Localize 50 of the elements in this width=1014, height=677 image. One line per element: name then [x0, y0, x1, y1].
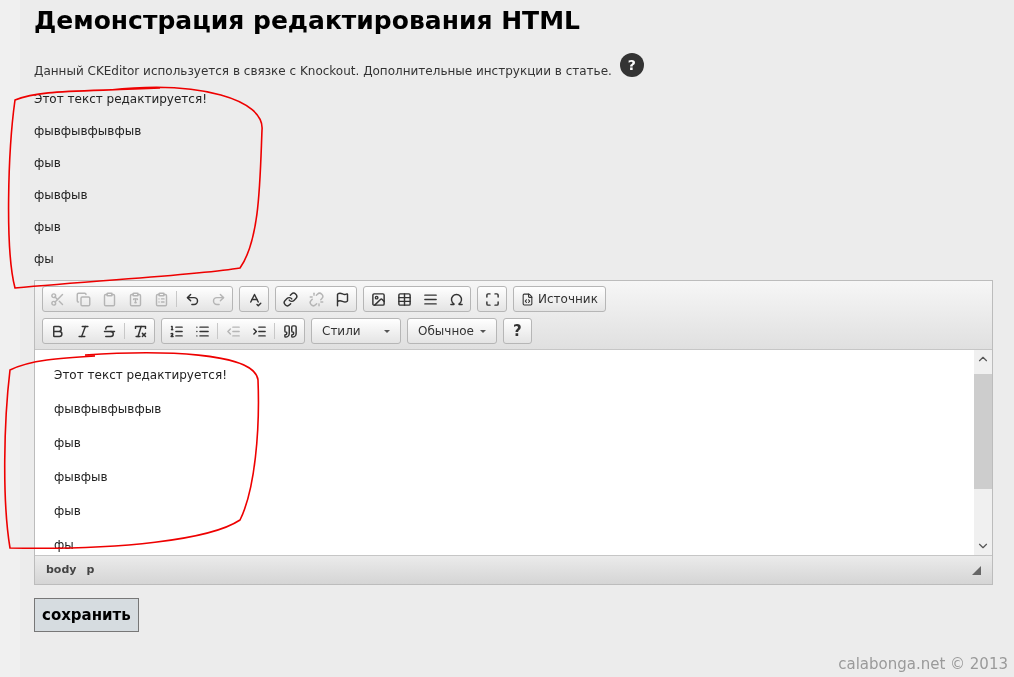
element-path-item[interactable]: body	[46, 561, 77, 579]
code-file-icon	[521, 292, 534, 306]
clipboard-icon	[101, 291, 117, 307]
unlink-icon	[308, 291, 324, 307]
editor-paragraph: фыв	[54, 503, 82, 520]
bullet-list-icon	[194, 323, 210, 339]
editor-paragraph: фыв	[54, 435, 82, 452]
preview-paragraph: фыв	[34, 219, 62, 236]
dropdown-arrow-icon	[480, 329, 486, 333]
link-icon	[282, 291, 298, 307]
scrollbar[interactable]	[974, 350, 992, 555]
strikethrough-icon	[101, 323, 117, 339]
redo-icon	[210, 291, 226, 307]
clipboard-list-icon	[153, 291, 169, 307]
table-icon	[396, 291, 412, 307]
numbered-list-icon	[168, 323, 184, 339]
save-button[interactable]: сохранить	[34, 598, 139, 632]
element-path-item[interactable]: p	[86, 561, 95, 579]
indent-icon	[251, 323, 267, 339]
format-dropdown[interactable]: Обычное	[407, 318, 497, 344]
image-icon	[370, 291, 386, 307]
intro-text: Данный CKEditor используется в связке с Knockout. Дополнительные инструкции в статье.	[34, 63, 612, 80]
omega-icon	[448, 291, 464, 307]
help-badge[interactable]: ?	[619, 53, 644, 77]
resize-handle-icon[interactable]	[972, 565, 981, 575]
help-button[interactable]: ?	[505, 319, 530, 343]
footer-text: calabonga.net © 2013	[838, 653, 1008, 675]
scissors-icon	[49, 291, 65, 307]
preview-paragraph: фыв	[34, 155, 62, 172]
horizontal-lines-icon	[422, 291, 438, 307]
clipboard-text-icon	[127, 291, 143, 307]
flag-icon	[334, 291, 350, 307]
dropdown-arrow-icon	[384, 329, 390, 333]
italic-icon	[75, 323, 91, 339]
editor-paragraph: фывфыв	[54, 469, 109, 486]
source-button[interactable]: Источник	[515, 287, 604, 311]
preview-paragraph: фы	[34, 251, 55, 268]
undo-icon	[184, 291, 200, 307]
editor-paragraph: фывфывфывфыв	[54, 401, 163, 418]
clear-format-icon	[132, 323, 148, 339]
preview-paragraph: фывфыв	[34, 187, 89, 204]
outdent-icon	[225, 323, 241, 339]
quote-icon	[282, 323, 298, 339]
preview-paragraph: Этот текст редактируется!	[34, 91, 208, 108]
preview-paragraph: фывфывфывфыв	[34, 123, 143, 140]
format-dropdown[interactable]: Стили	[311, 318, 401, 344]
page-title: Демонстрация редактирования HTML	[34, 5, 581, 37]
maximize-icon	[484, 291, 500, 307]
copy-icon	[75, 291, 91, 307]
editor-paragraph: Этот текст редактируется!	[54, 367, 228, 384]
